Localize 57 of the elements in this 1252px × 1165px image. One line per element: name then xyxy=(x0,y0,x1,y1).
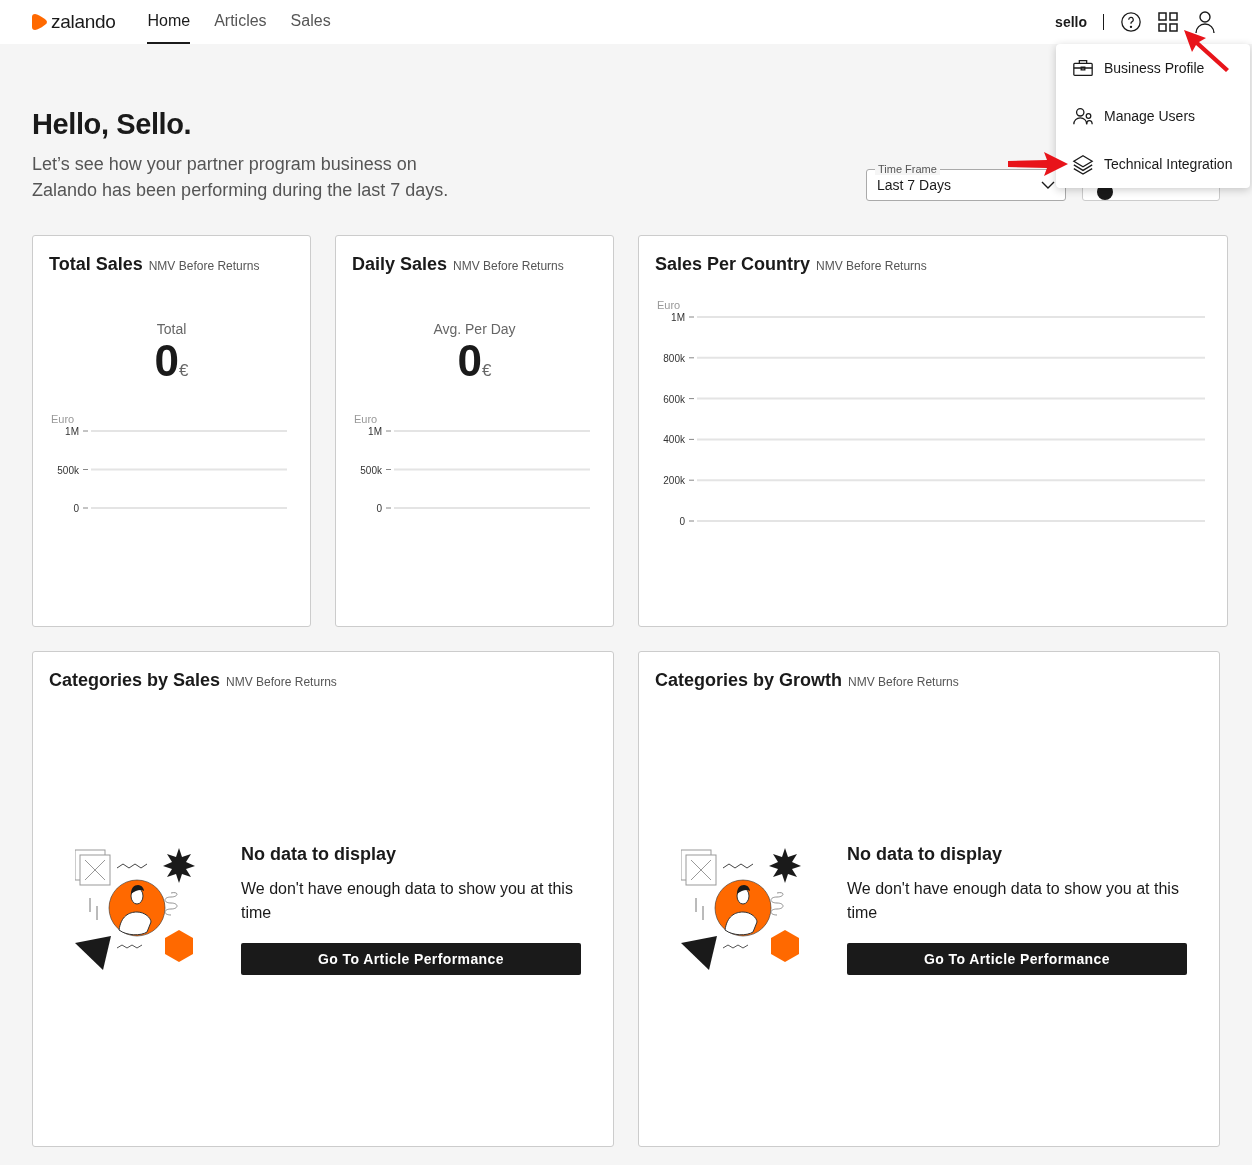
logo-icon xyxy=(32,13,48,31)
chevron-down-icon xyxy=(1041,181,1055,189)
user-icon[interactable] xyxy=(1194,10,1216,34)
axis-label: Euro xyxy=(354,413,378,425)
card-subtitle: NMV Before Returns xyxy=(453,259,564,273)
card-title: Categories by Growth xyxy=(655,670,843,691)
field-label: Time Frame xyxy=(875,163,940,175)
tick-label: 1M xyxy=(368,426,382,437)
card-title: Categories by Sales xyxy=(49,670,221,691)
logo-text: zalando xyxy=(51,11,116,33)
currency-unit: € xyxy=(482,361,492,381)
card-title: Sales Per Country xyxy=(655,254,811,275)
article-performance-button[interactable]: Go To Article Performance xyxy=(241,943,581,975)
axis-label: Euro xyxy=(657,299,681,311)
metric-label: Total xyxy=(156,321,187,337)
users-icon xyxy=(1072,105,1094,127)
metric-value: 0 xyxy=(457,337,482,385)
tick-label: 400k xyxy=(663,434,685,446)
card-subtitle: NMV Before Returns xyxy=(226,675,337,689)
tick-label: 600k xyxy=(663,393,685,405)
card-subtitle: NMV Before Returns xyxy=(148,259,260,273)
card-title: Total Sales xyxy=(49,254,143,275)
tick-label: 500k xyxy=(57,464,79,476)
empty-title: No data to display xyxy=(847,844,1004,865)
tick-label: 800k xyxy=(663,352,685,364)
empty-title: No data to display xyxy=(241,844,398,865)
card-title: Daily Sales xyxy=(352,254,448,275)
apps-grid-icon[interactable] xyxy=(1158,12,1178,32)
arrow-annotation xyxy=(1006,150,1070,178)
tick-label: 1M xyxy=(671,312,685,323)
tick-label: 0 xyxy=(376,503,382,514)
greeting-text: Let’s see how your partner program business on Zalando has been performing during the last 7 days. xyxy=(32,153,450,202)
empty-text: We don't have enough data to show you at this time xyxy=(241,879,574,923)
menu-item[interactable]: Business Profile xyxy=(1056,44,1250,92)
greeting-title: Hello, Sello. xyxy=(32,108,193,141)
axis-label: Euro xyxy=(51,413,75,425)
briefcase-icon xyxy=(1072,57,1094,79)
tick-label: 1M xyxy=(65,426,79,437)
help-icon[interactable] xyxy=(1120,11,1142,33)
nav-tab[interactable]: Sales xyxy=(290,0,331,44)
tick-label: 200k xyxy=(663,475,685,487)
article-performance-button[interactable]: Go To Article Performance xyxy=(847,943,1187,975)
layers-icon xyxy=(1072,153,1094,175)
tick-label: 500k xyxy=(360,464,382,476)
currency-unit: € xyxy=(179,361,189,381)
select-value: Last 7 Days xyxy=(877,177,952,193)
tick-label: 0 xyxy=(73,503,79,514)
menu-item[interactable]: Manage Users xyxy=(1056,92,1250,140)
card-subtitle: NMV Before Returns xyxy=(816,259,927,273)
nav-tab[interactable]: Articles xyxy=(214,0,267,44)
tick-label: 0 xyxy=(679,516,685,527)
nav-tab[interactable]: Home xyxy=(147,0,191,44)
empty-text: We don't have enough data to show you at this time xyxy=(847,879,1180,923)
metric-value: 0 xyxy=(154,337,179,385)
card-subtitle: NMV Before Returns xyxy=(848,675,959,689)
user-name: sello xyxy=(1055,14,1087,30)
metric-label: Avg. Per Day xyxy=(433,321,516,337)
